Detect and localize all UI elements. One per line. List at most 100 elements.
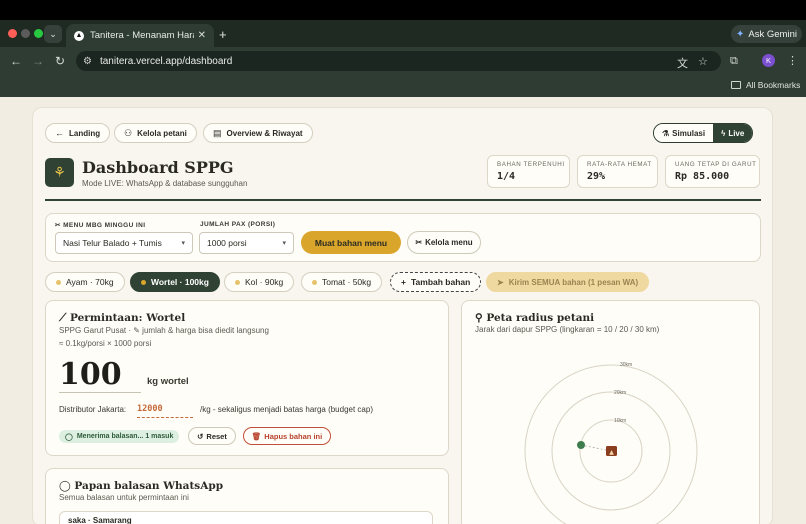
- mode-simulasi-button[interactable]: ⚗ Simulasi: [654, 124, 714, 142]
- pax-select-value: 1000 porsi: [207, 238, 247, 248]
- chevron-down-icon: ⌄: [49, 28, 57, 39]
- back-arrow-icon[interactable]: ←: [10, 54, 22, 68]
- amount-input[interactable]: 100: [59, 357, 122, 392]
- delete-label: Hapus bahan ini: [264, 431, 323, 441]
- send-all-button[interactable]: ➤ Kirim SEMUA bahan (1 pesan WA): [486, 272, 650, 292]
- lightning-icon: ϟ: [721, 128, 726, 138]
- map-pin-icon: ⚲: [475, 312, 483, 324]
- plus-icon: +: [401, 277, 406, 287]
- chevron-down-icon: ▾: [282, 240, 286, 247]
- send-all-label: Kirim SEMUA bahan (1 pesan WA): [508, 277, 639, 287]
- ring-label-10km: 10km: [614, 418, 626, 424]
- whatsapp-title: ◯ Papan balasan WhatsApp: [59, 480, 224, 492]
- menu-field-label: ✂ MENU MBG MINGGU INI: [55, 222, 146, 229]
- ingredient-chip-kol[interactable]: Kol · 90kg: [224, 272, 295, 292]
- chat-bubble-icon: ◯: [59, 480, 71, 492]
- close-window-button[interactable]: [8, 29, 17, 38]
- add-ingredient-button[interactable]: + Tambah bahan: [390, 272, 482, 292]
- menu-select[interactable]: Nasi Telur Balado + Tumis ▾: [55, 232, 193, 254]
- url-text: tanitera.vercel.app/dashboard: [99, 55, 233, 67]
- utensils-icon: ✂: [55, 222, 61, 229]
- mode-live-button[interactable]: ϟ Live: [713, 124, 753, 142]
- whatsapp-reply-item[interactable]: saka · Samarang: [59, 511, 433, 524]
- distributor-price-input[interactable]: 12000: [137, 404, 193, 418]
- utensils-icon: ✂: [415, 238, 423, 247]
- stat-value: 29%: [587, 171, 606, 182]
- reset-icon: ↺: [197, 431, 204, 441]
- landing-label: Landing: [69, 128, 101, 138]
- header-divider: [45, 199, 761, 201]
- pax-field-label: JUMLAH PAX (PORSI): [200, 221, 276, 228]
- map-subtitle: Jarak dari dapur SPPG (lingkaran = 10 / …: [475, 325, 660, 334]
- arrow-left-icon: ←: [55, 128, 64, 138]
- gemini-sparkle-icon: ✦: [736, 28, 745, 40]
- reload-icon[interactable]: ↻: [55, 54, 65, 68]
- new-tab-button[interactable]: +: [219, 27, 227, 42]
- flask-icon: ⚗: [662, 128, 670, 138]
- price-note: /kg - sekaligus menjadi batas harga (bud…: [200, 405, 373, 414]
- kelola-menu-label: Kelola menu: [425, 238, 473, 247]
- chat-icon: ◯: [65, 433, 73, 441]
- radius-map: 30km 20km 10km ▲: [524, 362, 698, 524]
- maximize-window-button[interactable]: [34, 29, 43, 38]
- mode-simulasi-label: Simulasi: [672, 128, 706, 138]
- mode-toggle[interactable]: ⚗ Simulasi ϟ Live: [653, 123, 754, 143]
- tab-search-button[interactable]: ⌄: [44, 25, 62, 43]
- trash-icon: 🗑: [251, 431, 262, 441]
- amount-unit: kg wortel: [147, 376, 189, 387]
- stat-bahan-terpenuhi: BAHAN TERPENUHI 1/4: [487, 155, 570, 188]
- overview-label: Overview & Riwayat: [226, 128, 303, 138]
- ring-30km: [524, 364, 698, 524]
- load-menu-button[interactable]: Muat bahan menu: [301, 231, 401, 254]
- translate-icon[interactable]: ⽂: [677, 55, 688, 71]
- stat-label: BAHAN TERPENUHI: [497, 161, 565, 168]
- bookmarks-bar: [0, 76, 806, 97]
- minimize-window-button[interactable]: [21, 29, 30, 38]
- request-calc: ≈ 0.1kg/porsi × 1000 porsi: [59, 339, 152, 348]
- extensions-icon[interactable]: ⧉: [730, 55, 738, 68]
- ingredient-chip-wortel[interactable]: Wortel · 100kg: [130, 272, 220, 292]
- delete-ingredient-button[interactable]: 🗑 Hapus bahan ini: [243, 427, 331, 445]
- stat-rata-rata-hemat: RATA-RATA HEMAT 29%: [577, 155, 658, 188]
- landing-button[interactable]: ← Landing: [45, 123, 111, 143]
- browser-tab[interactable]: ▲ Tanitera - Menanam Harapan ✕: [66, 24, 214, 47]
- users-icon: ⚇: [124, 127, 133, 138]
- ingredient-label: Tomat · 50kg: [322, 277, 372, 287]
- page-title: Dashboard SPPG: [82, 158, 234, 177]
- reset-button[interactable]: ↺ Reset: [188, 427, 236, 445]
- ingredient-label: Kol · 90kg: [245, 277, 284, 287]
- status-dot: [235, 279, 240, 285]
- ingredient-label: Ayam · 70kg: [66, 277, 114, 287]
- carrot-icon: ⟋: [59, 312, 67, 324]
- forward-arrow-icon[interactable]: →: [32, 54, 44, 68]
- ask-gemini-label: Ask Gemini: [748, 28, 797, 40]
- kelola-petani-button[interactable]: ⚇ Kelola petani: [114, 123, 197, 143]
- bookmark-star-icon[interactable]: ☆: [698, 55, 708, 68]
- address-bar[interactable]: ⚙ tanitera.vercel.app/dashboard: [76, 51, 721, 71]
- add-ingredient-label: Tambah bahan: [410, 277, 471, 287]
- ask-gemini-button[interactable]: ✦ Ask Gemini: [731, 25, 802, 43]
- folder-icon: [731, 81, 741, 89]
- send-icon: ➤: [497, 277, 504, 287]
- stat-value: Rp 85.000: [675, 171, 730, 182]
- farmer-marker[interactable]: [577, 441, 585, 449]
- all-bookmarks-button[interactable]: All Bookmarks: [731, 80, 800, 90]
- kelola-menu-button[interactable]: ✂ Kelola menu: [407, 231, 481, 254]
- all-bookmarks-label: All Bookmarks: [746, 80, 801, 90]
- status-badge: ◯ Menerima balasan... 1 masuk: [59, 430, 180, 443]
- stat-label: UANG TETAP DI GARUT: [675, 161, 757, 168]
- pax-select[interactable]: 1000 porsi ▾: [199, 232, 294, 254]
- ingredient-chip-ayam[interactable]: Ayam · 70kg: [45, 272, 125, 292]
- status-dot: [141, 279, 146, 285]
- chevron-down-icon: ▾: [181, 240, 185, 247]
- browser-menu-icon[interactable]: ⋮: [787, 54, 798, 67]
- ring-label-20km: 20km: [614, 390, 626, 396]
- request-title: ⟋ Permintaan: Wortel: [59, 312, 186, 324]
- close-tab-icon[interactable]: ✕: [198, 30, 206, 41]
- overview-button[interactable]: ▤ Overview & Riwayat: [203, 123, 313, 143]
- kelola-petani-label: Kelola petani: [137, 128, 187, 138]
- ingredient-chip-tomat[interactable]: Tomat · 50kg: [301, 272, 383, 292]
- clipboard-icon: ▤: [213, 127, 222, 138]
- profile-avatar[interactable]: K: [762, 54, 775, 67]
- site-info-icon[interactable]: ⚙: [83, 56, 92, 67]
